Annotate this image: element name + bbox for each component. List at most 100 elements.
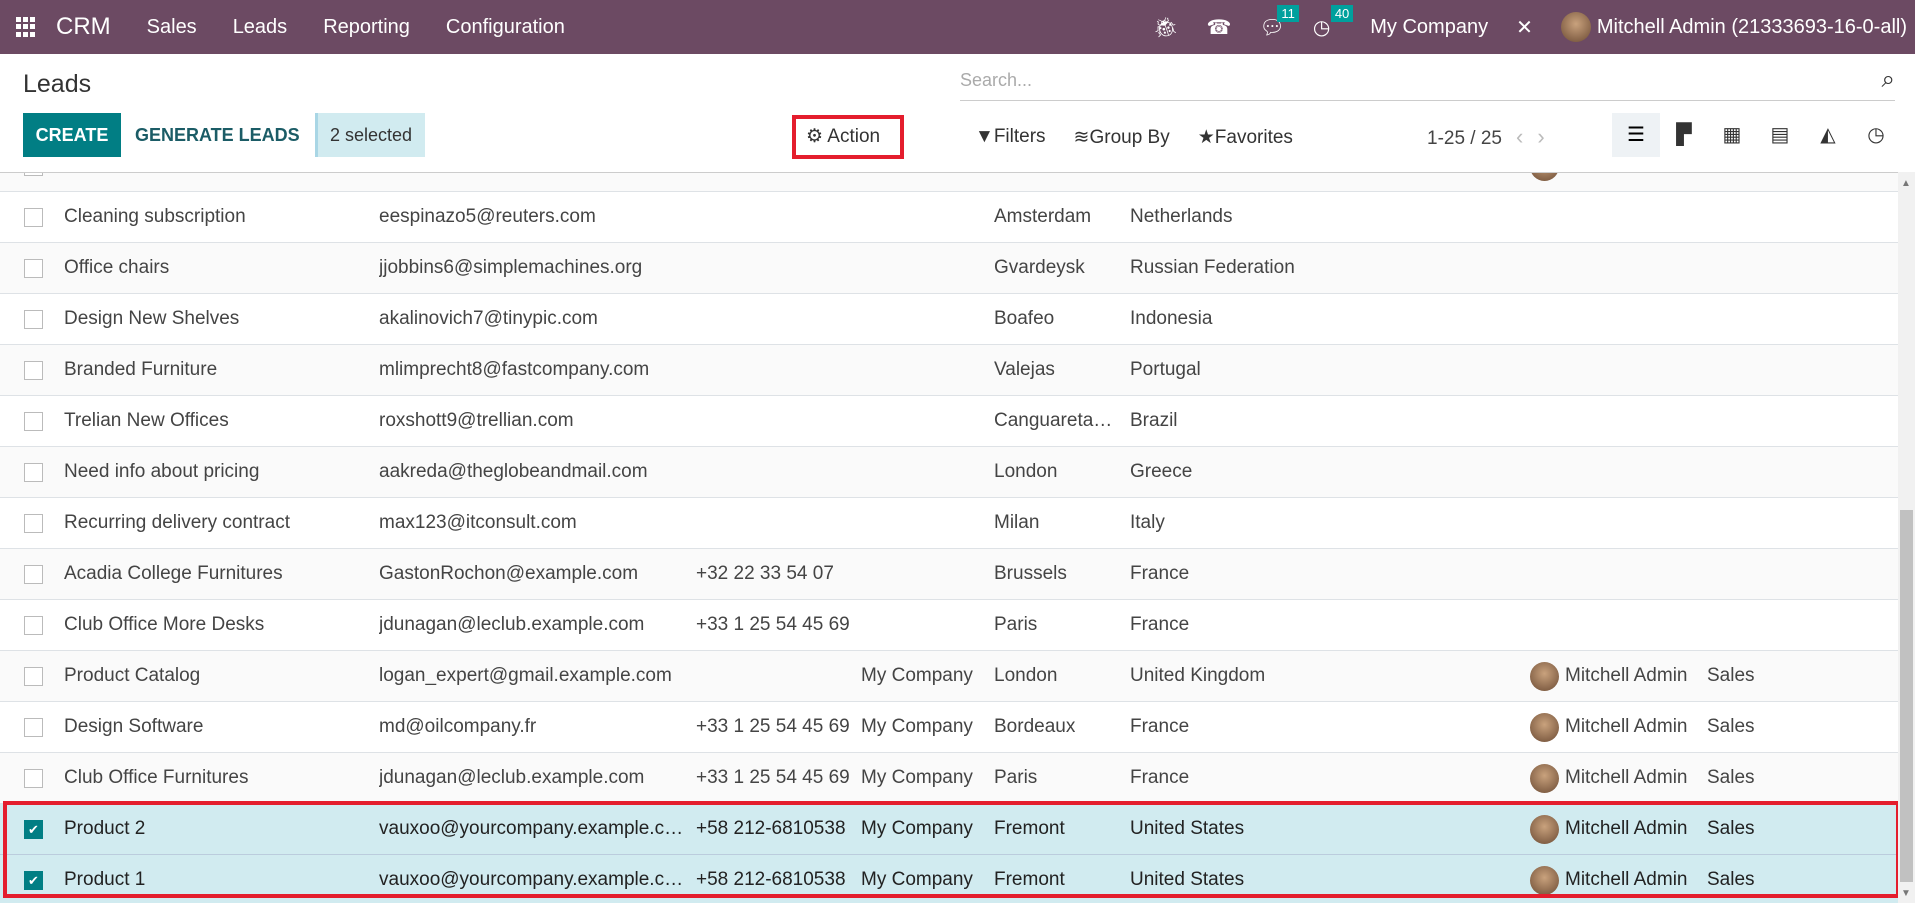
cell-email: md@oilcompany.fr [379,716,537,737]
company-switcher[interactable]: My Company [1370,16,1488,39]
cell-city: London [994,461,1058,482]
next-page-icon[interactable]: › [1537,124,1544,149]
favorites-label: Favorites [1214,127,1293,148]
cell-country: France [1130,614,1190,635]
calendar-view-icon[interactable]: ▦ [1708,113,1756,157]
pivot-view-icon[interactable]: ▤ [1756,113,1804,157]
favorites-button[interactable]: ★Favorites [1198,126,1293,149]
table-row[interactable]: ✔ Product 2 vauxoo@yourcompany.example.com… [0,804,1898,855]
graph-view-icon[interactable]: ◭ [1804,113,1852,157]
filters-button[interactable]: ▼Filters [975,126,1046,149]
action-button[interactable]: ⚙ Action [792,115,904,159]
row-checkbox[interactable]: ✔ [24,871,43,890]
cell-sales-team: Sales [1707,869,1755,890]
user-avatar[interactable] [1560,12,1591,42]
row-checkbox[interactable] [24,667,43,686]
cell-country: Greece [1130,461,1193,482]
kanban-view-icon[interactable]: ▛ [1660,113,1708,157]
menu-leads[interactable]: Leads [233,16,288,39]
table-row[interactable]: Need info about pricing aakreda@theglobea… [0,447,1898,498]
list-view-icon[interactable]: ☰ [1612,113,1660,157]
scrollbar[interactable]: ▲ ▼ [1898,172,1915,903]
cell-company: My Company [861,767,973,788]
cell-email: jdunagan@leclub.example.com [379,767,645,788]
row-checkbox[interactable] [24,616,43,635]
cell-phone: +58 212-6810538 [696,818,846,839]
table-row[interactable]: Recurring delivery contract max123@itcons… [0,498,1898,549]
menu-configuration[interactable]: Configuration [446,16,565,39]
search-bar: ⌕ [960,64,1895,101]
search-icon[interactable]: ⌕ [1882,66,1895,94]
group-by-button[interactable]: ≋Group By [1074,126,1170,149]
cell-city: Valejas [994,359,1055,380]
cell-email: logan_expert@gmail.example.com [379,665,672,686]
cell-lead-name: Acadia College Furnitures [64,563,283,584]
generate-leads-button[interactable]: GENERATE LEADS [135,113,300,157]
cell-country: United States [1130,869,1245,890]
cell-email: jjobbins6@simplemachines.org [379,257,643,278]
scrollbar-thumb[interactable] [1900,510,1913,882]
table-row[interactable]: Trelian New Offices roxshott9@trellian.co… [0,396,1898,447]
table-row[interactable]: ✔ Product 1 vauxoo@yourcompany.example.com… [0,855,1898,903]
salesperson-avatar [1530,662,1559,691]
prev-page-icon[interactable]: ‹ [1516,124,1523,149]
user-menu[interactable]: Mitchell Admin (21333693-16-0-all) [1597,16,1907,39]
table-row[interactable]: Club Office Furnitures jdunagan@leclub.ex… [0,753,1898,804]
bug-icon[interactable]: 🐞︎ [1153,15,1178,40]
row-checkbox[interactable] [24,565,43,584]
table-row[interactable]: Product Catalog logan_expert@gmail.exampl… [0,651,1898,702]
cell-email: vauxoo@yourcompany.example.com [379,818,684,839]
app-name[interactable]: CRM [56,13,111,41]
salesperson-avatar [1530,764,1559,793]
cell-country: United States [1130,818,1245,839]
search-input[interactable] [960,70,1840,91]
table-row[interactable]: Acadia College Furnitures GastonRochon@ex… [0,549,1898,600]
scroll-down-icon[interactable]: ▼ [1901,888,1911,899]
activity-view-icon[interactable]: ◷ [1852,113,1900,157]
table-row[interactable]: Branded Furniture mlimprecht8@fastcompany… [0,345,1898,396]
menu-reporting[interactable]: Reporting [323,16,410,39]
row-checkbox[interactable] [24,718,43,737]
row-checkbox[interactable] [24,361,43,380]
table-row[interactable]: Cleaning subscription eespinazo5@reuters.… [0,192,1898,243]
table-row[interactable]: Design New Shelves akalinovich7@tinypic.c… [0,294,1898,345]
row-checkbox[interactable] [24,173,43,176]
pager-range[interactable]: 1-25 / 25 [1427,128,1502,149]
cell-country: France [1130,767,1190,788]
cell-country: Brazil [1130,410,1178,431]
tools-icon[interactable]: ✕ [1516,15,1533,40]
table-row[interactable]: Design Software md@oilcompany.fr +33 1 25 … [0,702,1898,753]
messages-icon[interactable]: 💬︎ 11 [1259,4,1299,40]
row-checkbox[interactable] [24,514,43,533]
row-checkbox[interactable]: ✔ [24,820,43,839]
menu-sales[interactable]: Sales [147,16,197,39]
table-row[interactable]: Office chairs jjobbins6@simplemachines.or… [0,243,1898,294]
cell-lead-name: Product 1 [64,869,146,890]
layers-icon: ≋ [1073,127,1090,148]
cell-lead-name: Office chairs [64,257,170,278]
cell-country: United Kingdom [1130,665,1266,686]
filter-icon: ▼ [975,126,994,147]
table-row[interactable] [0,173,1898,192]
messages-badge: 11 [1277,4,1299,22]
row-checkbox[interactable] [24,412,43,431]
row-checkbox[interactable] [24,769,43,788]
cell-email: eespinazo5@reuters.com [379,206,596,227]
scroll-up-icon[interactable]: ▲ [1901,178,1911,189]
create-button[interactable]: CREATE [23,113,121,157]
cell-country: Indonesia [1130,308,1213,329]
cell-city: Paris [994,614,1038,635]
row-checkbox[interactable] [24,259,43,278]
cell-lead-name: Club Office Furnitures [64,767,249,788]
table-row[interactable]: Club Office More Desks jdunagan@leclub.ex… [0,600,1898,651]
row-checkbox[interactable] [24,208,43,227]
phone-icon[interactable]: ☎ [1207,15,1232,40]
app-grid-icon[interactable] [16,17,36,37]
cell-lead-name: Product 2 [64,818,146,839]
top-navbar: CRM Sales Leads Reporting Configuration … [0,0,1915,54]
cell-lead-name: Recurring delivery contract [64,512,290,533]
row-checkbox[interactable] [24,463,43,482]
row-checkbox[interactable] [24,310,43,329]
cell-lead-name: Trelian New Offices [64,410,229,431]
activity-clock-icon[interactable]: ◷ 40 [1313,4,1354,40]
